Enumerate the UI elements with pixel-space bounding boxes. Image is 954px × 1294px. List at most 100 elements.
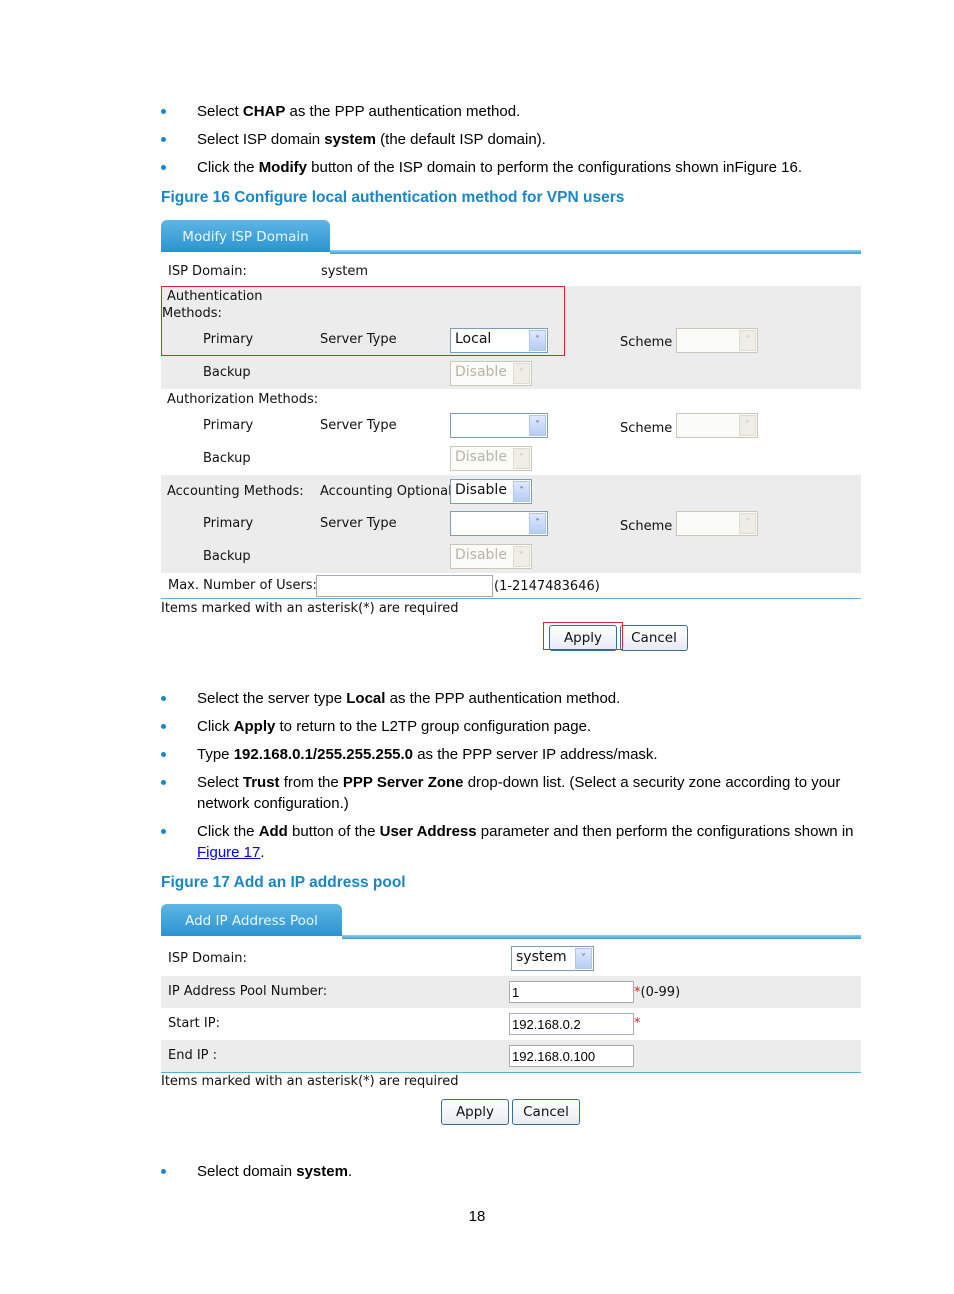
authz-scheme-select[interactable]: ˅	[676, 413, 758, 438]
text-run: Click the	[197, 823, 259, 840]
bold-term: Add	[258, 823, 288, 840]
authorization-methods-label: Authorization Methods:	[167, 392, 319, 407]
chevron-down-icon: ˅	[513, 448, 530, 469]
text-run: as the PPP authentication method.	[285, 103, 521, 120]
text-run: Select domain	[197, 1163, 297, 1180]
accounting-optional-label: Accounting Optional	[320, 484, 452, 499]
authz-server-type-label: Server Type	[320, 418, 397, 433]
chevron-down-icon: ˅	[529, 415, 546, 436]
auth-scheme-label: Scheme	[620, 335, 673, 350]
cancel-button[interactable]: Cancel	[512, 1099, 580, 1125]
text-run: Select ISP domain	[197, 131, 325, 148]
acct-backup-label: Backup	[203, 549, 251, 564]
authz-backup-label: Backup	[203, 451, 251, 466]
page-number: 18	[468, 1208, 486, 1225]
isp-domain-label: ISP Domain:	[168, 264, 247, 279]
select-value: Disable	[455, 482, 507, 498]
bold-term: Local	[346, 690, 386, 707]
bold-term: Apply	[233, 718, 276, 735]
pool-number-input[interactable]	[509, 981, 634, 1003]
isp-domain-select[interactable]: system ˅	[511, 946, 594, 971]
figure-link[interactable]: Figure 17	[197, 844, 260, 861]
figure-17-caption: Figure 17 Add an IP address pool	[161, 874, 406, 891]
auth-backup-label: Backup	[203, 365, 251, 380]
bullet-icon	[161, 780, 166, 785]
text-run: Type	[197, 746, 234, 763]
text-run: Select the server type	[197, 690, 347, 707]
acct-scheme-select[interactable]: ˅	[676, 511, 758, 536]
authz-primary-label: Primary	[203, 418, 254, 433]
start-ip-input[interactable]	[509, 1013, 634, 1035]
max-users-label: Max. Number of Users:	[168, 578, 317, 593]
bold-term: Modify	[258, 159, 308, 176]
bold-term: CHAP	[242, 103, 286, 120]
text-run: .	[260, 844, 265, 861]
accounting-optional-select[interactable]: Disable ˅	[450, 479, 532, 504]
accounting-methods-label: Accounting Methods:	[167, 484, 304, 499]
required-note: Items marked with an asterisk(*) are req…	[161, 1074, 459, 1089]
divider	[161, 598, 861, 599]
divider	[161, 1072, 861, 1073]
bullet-icon	[161, 752, 166, 757]
max-users-range: (1-2147483646)	[494, 579, 600, 594]
auth-backup-select[interactable]: Disable ˅	[450, 361, 532, 386]
text-run: Click	[197, 718, 234, 735]
bold-term: User Address	[379, 823, 477, 840]
chevron-down-icon: ˅	[739, 513, 756, 534]
bullet-icon	[161, 109, 166, 114]
acct-backup-select[interactable]: Disable ˅	[450, 544, 532, 569]
bullet-icon	[161, 137, 166, 142]
cancel-button[interactable]: Cancel	[620, 625, 688, 651]
chevron-down-icon: ˅	[739, 330, 756, 351]
chevron-down-icon: ˅	[739, 415, 756, 436]
text-run: parameter and then perform the configura…	[476, 823, 854, 840]
authz-backup-select[interactable]: Disable ˅	[450, 446, 532, 471]
text-run: as the PPP authentication method.	[385, 690, 621, 707]
chevron-down-icon: ˅	[513, 546, 530, 567]
bold-term: system	[296, 1163, 348, 1180]
tab-modify-isp-domain[interactable]: Modify ISP Domain	[161, 220, 330, 252]
authz-scheme-label: Scheme	[620, 421, 673, 436]
select-value: Disable	[455, 364, 507, 380]
end-ip-label: End IP :	[168, 1048, 218, 1063]
bold-term: 192.168.0.1/255.255.255.0	[233, 746, 414, 763]
acct-scheme-label: Scheme	[620, 519, 673, 534]
pool-number-hint: *(0-99)	[634, 985, 681, 1000]
required-note: Items marked with an asterisk(*) are req…	[161, 601, 459, 616]
chevron-down-icon: ˅	[529, 513, 546, 534]
figure-16-caption: Figure 16 Configure local authentication…	[161, 189, 625, 206]
chevron-down-icon: ˅	[513, 363, 530, 384]
auth-scheme-select[interactable]: ˅	[676, 328, 758, 353]
text-run: button of the	[287, 823, 380, 840]
text-run: Click the	[197, 159, 259, 176]
chevron-down-icon: ˅	[513, 481, 530, 502]
bullet-icon	[161, 724, 166, 729]
text-run: to return to the L2TP group configuratio…	[275, 718, 592, 735]
text-run: .	[347, 1163, 353, 1180]
text-run: Select	[197, 103, 243, 120]
tab-underline	[330, 250, 861, 254]
bold-term: Trust	[242, 774, 280, 791]
chevron-down-icon: ˅	[575, 948, 592, 969]
authz-primary-server-type-select[interactable]: ˅	[450, 413, 548, 438]
start-ip-label: Start IP:	[168, 1016, 220, 1031]
acct-primary-server-type-select[interactable]: ˅	[450, 511, 548, 536]
text-run: (the default ISP domain).	[376, 131, 546, 148]
text-run: as the PPP server IP address/mask.	[413, 746, 658, 763]
pool-number-label: IP Address Pool Number:	[168, 984, 328, 999]
end-ip-input[interactable]	[509, 1045, 634, 1067]
max-users-input[interactable]	[316, 575, 493, 597]
tab-add-ip-address-pool[interactable]: Add IP Address Pool	[161, 904, 342, 936]
start-ip-required: *	[634, 1016, 641, 1031]
apply-button[interactable]: Apply	[441, 1099, 509, 1125]
isp-domain-label: ISP Domain:	[168, 951, 247, 966]
bold-term: PPP Server Zone	[342, 774, 464, 791]
select-value: system	[516, 949, 567, 965]
select-value: Disable	[455, 547, 507, 563]
bold-term: system	[324, 131, 376, 148]
tab-underline	[342, 935, 861, 939]
bullet-icon	[161, 165, 166, 170]
bullet-icon	[161, 696, 166, 701]
required-asterisk: *	[634, 1016, 641, 1031]
bullet-icon	[161, 829, 166, 834]
